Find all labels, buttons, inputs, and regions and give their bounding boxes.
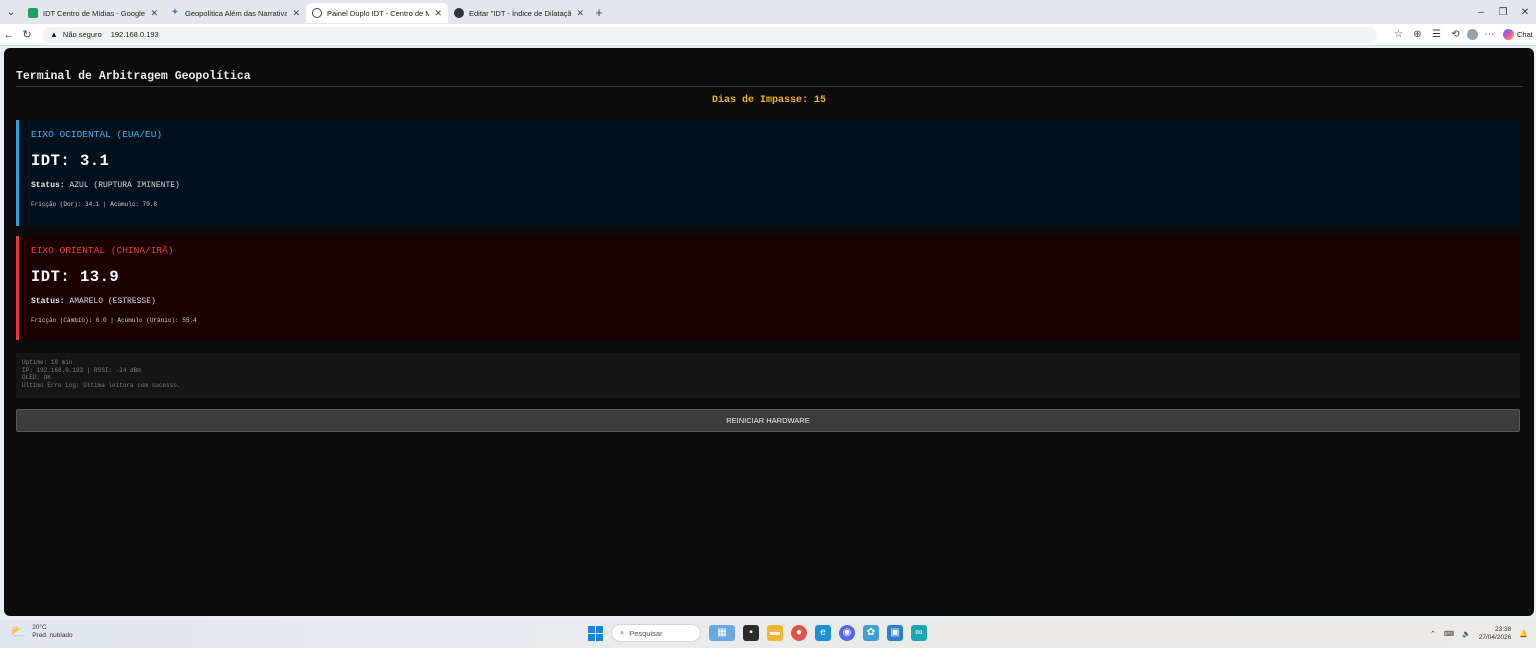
east-status: Status: AMARELO (ESTRESSE) (31, 297, 156, 306)
uptime-line: Uptime: 18 min (22, 359, 73, 366)
history-icon[interactable]: ⟲ (1448, 29, 1463, 40)
date: 27/04/2026 (1478, 634, 1512, 641)
tab-gemini[interactable]: ✦ Geopolítica Além das Narrativas - ✕ (164, 3, 306, 23)
network-line: IP: 192.168.0.193 | RSSI: -24 dBm (22, 366, 141, 374)
taskbar-apps: ⌕ Pesquisar ▦ ▪ ▬ ● e ◉ ✿ ▣ ∞ (588, 624, 927, 642)
oled-line: OLED: OK (22, 374, 51, 382)
sheets-icon (28, 8, 38, 18)
tab-painel[interactable]: Painel Duplo IDT - Centro de Mídi ✕ (306, 3, 448, 23)
security-label: Não seguro (62, 30, 102, 39)
west-idt-value: IDT: 3.1 (31, 152, 110, 170)
east-axis-title: EIXO ORIENTAL (CHINA/IRÃ) (31, 245, 174, 256)
file-explorer-icon[interactable]: ▬ (767, 625, 783, 641)
tab-editar[interactable]: Editar "IDT - Índice de Dilatação Te ✕ (448, 3, 590, 23)
store-icon[interactable]: ▣ (887, 625, 903, 641)
status-value: AMARELO (ESTRESSE) (69, 297, 156, 306)
minimize-icon[interactable]: – (1470, 7, 1492, 18)
clock[interactable]: 23:38 27/04/2026 (1479, 626, 1512, 642)
reload-icon[interactable]: ↻ (18, 28, 36, 41)
gemini-icon: ✦ (170, 7, 180, 18)
system-info-box: Uptime: 18 min IP: 192.168.0.193 | RSSI:… (16, 353, 1520, 398)
tab-actions-chevron-icon[interactable]: ⌄ (0, 0, 22, 24)
address-bar-row: ← ↻ ▲ Não seguro 192.168.0.193 ☆ ⊕ ☰ ⟲ ⋯… (0, 24, 1536, 46)
title-divider (16, 86, 1523, 87)
weather-text: 20°C Pred. nublado (32, 624, 72, 640)
start-windows-icon[interactable] (588, 625, 603, 641)
weather-description: Pred. nublado (32, 632, 73, 639)
task-view-icon[interactable]: ▪ (743, 625, 759, 641)
chevron-up-icon[interactable]: ⌃ (1430, 630, 1436, 638)
discord-icon[interactable]: ◉ (839, 625, 855, 641)
west-detail: Fricção (Dor): 34.1 | Acúmulo: 70.8 (31, 201, 158, 208)
chat-button[interactable]: Chat (1503, 29, 1533, 40)
system-tray: ⌃ ⌨ 🔈 23:38 27/04/2026 🔔 (1430, 626, 1528, 642)
copilot-icon (1503, 29, 1514, 40)
window-controls: – ❐ ✕ (1470, 0, 1536, 24)
tab-sheets[interactable]: IDT Centro de Mídias - Google Pla ✕ (22, 3, 164, 23)
west-axis-panel: EIXO OCIDENTAL (EUA/EU) IDT: 3.1 Status:… (16, 120, 1520, 226)
toolbar-icons: ☆ ⊕ ☰ ⟲ ⋯ (1391, 29, 1497, 40)
search-placeholder: Pesquisar (629, 628, 663, 638)
tab-label: Painel Duplo IDT - Centro de Mídi (327, 8, 430, 18)
edge-browser-icon[interactable]: e (815, 625, 831, 641)
profile-avatar-icon[interactable] (1467, 29, 1478, 40)
status-value: AZUL (RUPTURA IMINENTE) (69, 181, 180, 190)
tab-label: IDT Centro de Mídias - Google Pla (43, 8, 145, 18)
chat-label: Chat (1517, 30, 1533, 39)
close-icon[interactable]: ✕ (576, 8, 584, 19)
error-log-line: Último Erro Log: Última leitura com suce… (22, 382, 181, 390)
close-icon[interactable]: ✕ (292, 8, 300, 19)
favorites-list-icon[interactable]: ☰ (1429, 29, 1444, 40)
warning-icon: ▲ (50, 30, 58, 39)
app-icon[interactable]: ✿ (863, 625, 879, 641)
taskbar: ⛅ 20°C Pred. nublado ⌕ Pesquisar ▦ ▪ ▬ ●… (0, 620, 1536, 648)
network-icon[interactable]: ⌨ (1444, 630, 1454, 638)
favorite-star-icon[interactable]: ☆ (1391, 29, 1406, 40)
url-field[interactable]: ▲ Não seguro 192.168.0.193 (42, 26, 1377, 43)
weather-widget[interactable]: ⛅ 20°C Pred. nublado (10, 624, 73, 640)
cloud-sun-icon: ⛅ (10, 624, 27, 639)
impasse-days: Dias de Impasse: 15 (711, 95, 827, 106)
page-title: Terminal de Arbitragem Geopolítica (16, 70, 251, 83)
tab-label: Geopolítica Além das Narrativas - (185, 8, 288, 18)
tab-strip: ⌄ IDT Centro de Mídias - Google Pla ✕ ✦ … (0, 0, 1536, 24)
reboot-hardware-button[interactable]: REINICIAR HARDWARE (16, 409, 1520, 432)
tab-label: Editar "IDT - Índice de Dilatação Te (469, 8, 572, 18)
west-status: Status: AZUL (RUPTURA IMINENTE) (31, 181, 180, 190)
wordpress-icon (454, 8, 464, 18)
time: 23:38 (1495, 626, 1512, 633)
close-icon[interactable]: ✕ (150, 8, 158, 19)
temperature: 20°C (32, 624, 47, 631)
east-axis-panel: EIXO ORIENTAL (CHINA/IRÃ) IDT: 13.9 Stat… (16, 236, 1520, 340)
widgets-app-icon[interactable]: ▦ (709, 625, 735, 641)
taskbar-search[interactable]: ⌕ Pesquisar (611, 624, 701, 642)
close-icon[interactable]: ✕ (434, 8, 442, 19)
search-icon: ⌕ (620, 628, 625, 637)
copilot-app-icon[interactable]: ● (791, 625, 807, 641)
notification-bell-icon[interactable]: 🔔 (1519, 630, 1528, 638)
back-arrow-icon[interactable]: ← (0, 29, 18, 41)
extensions-icon[interactable]: ⊕ (1410, 29, 1425, 40)
restore-icon[interactable]: ❐ (1492, 7, 1514, 18)
page-content: Terminal de Arbitragem Geopolítica Dias … (4, 48, 1534, 616)
more-options-icon[interactable]: ⋯ (1482, 29, 1497, 40)
arduino-icon[interactable]: ∞ (911, 625, 927, 641)
status-label: Status: (31, 297, 65, 306)
east-idt-value: IDT: 13.9 (31, 268, 120, 286)
globe-icon (312, 8, 322, 18)
east-detail: Fricção (Câmbio): 6.0 | Acúmulo (Urânio)… (31, 317, 197, 324)
volume-icon[interactable]: 🔈 (1462, 630, 1471, 638)
status-label: Status: (31, 181, 65, 190)
new-tab-plus-icon[interactable]: + (590, 5, 608, 20)
url-text: 192.168.0.193 (110, 30, 159, 39)
west-axis-title: EIXO OCIDENTAL (EUA/EU) (31, 129, 163, 140)
close-window-icon[interactable]: ✕ (1514, 7, 1536, 18)
